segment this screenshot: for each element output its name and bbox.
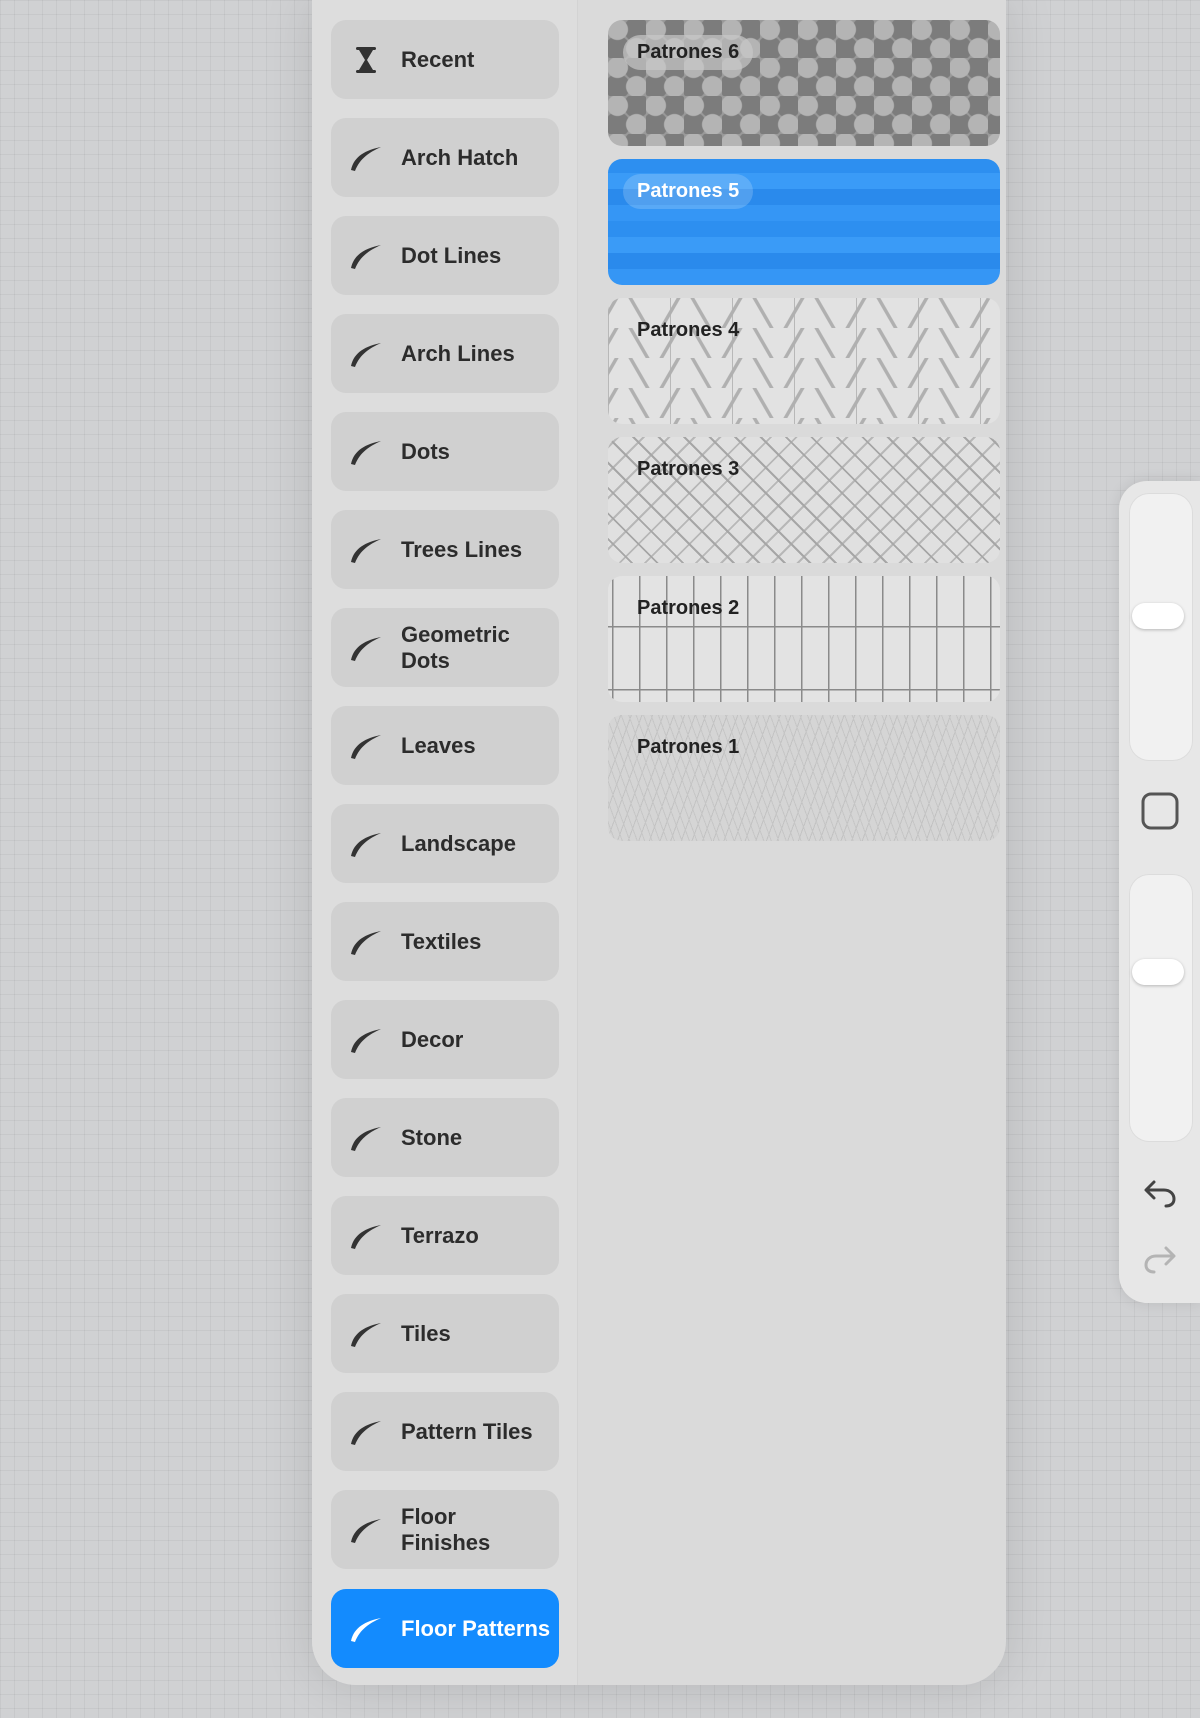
brush-set-arch-lines[interactable]: Arch Lines [331, 314, 559, 393]
brush-set-label: Landscape [401, 830, 516, 856]
brush-set-tiles[interactable]: Tiles [331, 1294, 559, 1373]
brush-library-panel: Recent Arch Hatch Dot Lines Arch Lines D… [312, 0, 1006, 1685]
brush-set-floor-patterns[interactable]: Floor Patterns [331, 1589, 559, 1668]
brush-name: Patrones 3 [637, 458, 740, 480]
brush-patrones-4[interactable]: Patrones 4 [608, 298, 1000, 424]
brush-set-label: Terrazo [401, 1222, 479, 1248]
brush-list: Patrones 6 Patrones 5 Patrones 4 Patrone… [596, 0, 1006, 1685]
brush-set-trees-lines[interactable]: Trees Lines [331, 510, 559, 589]
brush-set-label: Stone [401, 1124, 463, 1150]
brush-name: Patrones 1 [637, 736, 740, 758]
brush-set-dots[interactable]: Dots [331, 412, 559, 491]
brush-set-label: Tiles [401, 1320, 451, 1346]
brush-stroke-icon [331, 902, 401, 981]
brush-set-pattern-tiles[interactable]: Pattern Tiles [331, 1392, 559, 1471]
brush-set-label: Recent [401, 46, 475, 72]
brush-patrones-5[interactable]: Patrones 5 [608, 159, 1000, 285]
brush-set-label: Floor Finishes [401, 1503, 491, 1555]
redo-button[interactable] [1139, 1241, 1181, 1283]
brush-set-stone[interactable]: Stone [331, 1098, 559, 1177]
brush-set-textiles[interactable]: Textiles [331, 902, 559, 981]
brush-set-arch-hatch[interactable]: Arch Hatch [331, 118, 559, 197]
brush-set-decor[interactable]: Decor [331, 1000, 559, 1079]
brush-stroke-icon [331, 1098, 401, 1177]
brush-set-label: Dot Lines [401, 242, 502, 268]
brush-set-label: Trees Lines [401, 536, 523, 562]
undo-button[interactable] [1139, 1175, 1181, 1217]
brush-stroke-icon [331, 1196, 401, 1275]
brush-patrones-6[interactable]: Patrones 6 [608, 20, 1000, 146]
brush-set-label: Decor [401, 1026, 464, 1052]
brush-opacity-slider[interactable] [1129, 874, 1193, 1142]
undo-icon [1142, 1178, 1178, 1215]
brush-stroke-icon [331, 804, 401, 883]
modify-button[interactable] [1139, 792, 1181, 834]
brush-stroke-icon [331, 1392, 401, 1471]
brush-set-terrazo[interactable]: Terrazo [331, 1196, 559, 1275]
brush-set-label: Dots [401, 438, 450, 464]
brush-stroke-icon [331, 314, 401, 393]
brush-stroke-icon [331, 510, 401, 589]
brush-size-slider[interactable] [1129, 493, 1193, 761]
square-icon [1140, 791, 1180, 836]
brush-set-label: Arch Hatch [401, 144, 519, 170]
brush-patrones-3[interactable]: Patrones 3 [608, 437, 1000, 563]
brush-set-label: Pattern Tiles [401, 1418, 533, 1444]
brush-set-landscape[interactable]: Landscape [331, 804, 559, 883]
brush-stroke-icon [331, 118, 401, 197]
brush-set-floor-finishes[interactable]: Floor Finishes [331, 1490, 559, 1569]
brush-size-thumb[interactable] [1132, 602, 1184, 629]
brush-set-label: Textiles [401, 928, 482, 954]
redo-icon [1142, 1244, 1178, 1281]
brush-stroke-icon [331, 1000, 401, 1079]
brush-patrones-1[interactable]: Patrones 1 [608, 715, 1000, 841]
brush-set-label: Arch Lines [401, 340, 515, 366]
brush-set-label: Floor Patterns [401, 1615, 551, 1641]
brush-sets-list: Recent Arch Hatch Dot Lines Arch Lines D… [312, 0, 578, 1685]
brush-stroke-icon [331, 608, 401, 687]
brush-patrones-2[interactable]: Patrones 2 [608, 576, 1000, 702]
brush-set-label: Leaves [401, 732, 476, 758]
brush-set-recent[interactable]: Recent [331, 20, 559, 99]
brush-stroke-icon [331, 216, 401, 295]
brush-set-leaves[interactable]: Leaves [331, 706, 559, 785]
brush-name: Patrones 4 [637, 319, 740, 341]
brush-name: Patrones 6 [623, 35, 754, 70]
brush-opacity-thumb[interactable] [1132, 958, 1184, 985]
brush-name: Patrones 5 [623, 174, 754, 209]
brush-stroke-icon [331, 1589, 401, 1668]
brush-stroke-icon [331, 1490, 401, 1569]
brush-set-geometric-dots[interactable]: Geometric Dots [331, 608, 559, 687]
hourglass-icon [331, 20, 401, 99]
brush-stroke-icon [331, 412, 401, 491]
brush-set-dot-lines[interactable]: Dot Lines [331, 216, 559, 295]
brush-stroke-icon [331, 1294, 401, 1373]
brush-stroke-icon [331, 706, 401, 785]
brush-set-label: Geometric Dots [401, 621, 510, 673]
canvas-sidebar [1119, 481, 1200, 1303]
brush-name: Patrones 2 [637, 597, 740, 619]
